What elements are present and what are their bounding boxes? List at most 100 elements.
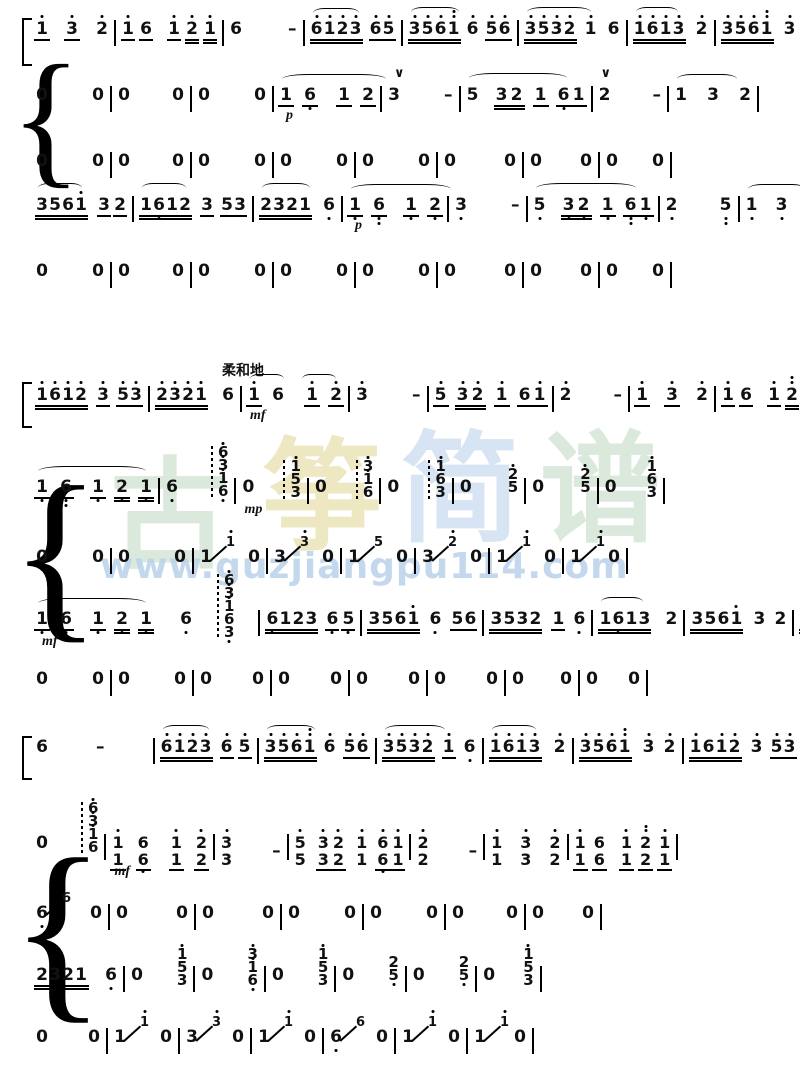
measure: 2 3 2 1 6: [156, 380, 234, 404]
note: 1: [490, 738, 502, 756]
slur: [351, 184, 451, 194]
measure: 5 3 2 1 6 1: [467, 80, 585, 104]
measure: 6 –: [230, 14, 297, 38]
note: 2: [116, 610, 128, 628]
note: 6: [464, 610, 476, 628]
note: 1: [443, 738, 455, 756]
chord-note: 5: [295, 851, 306, 868]
measure: 0 2 5: [460, 472, 518, 496]
arpeggio-line: [211, 446, 213, 498]
note: 3 3: [274, 548, 286, 566]
note: 1: [535, 86, 547, 104]
rest: 0: [504, 152, 516, 170]
note: 1: [640, 196, 652, 214]
glissando-target-note: 1: [284, 1014, 293, 1032]
staff-s3-voice2: 0 6 3 1 6 1 1: [0, 798, 800, 890]
rest: 0: [254, 152, 266, 170]
barline: [303, 20, 305, 46]
slur: [142, 183, 186, 193]
sustain-dash: –: [469, 834, 478, 860]
note: 2: [337, 20, 349, 38]
note: 2: [554, 738, 566, 756]
note: 3: [97, 386, 109, 404]
sheet-music-page: { 1 3 2 1 6 1 2 1: [0, 0, 800, 1066]
note: 1 5: [348, 548, 360, 566]
note: 6: [62, 196, 74, 214]
chord-note: 6: [247, 974, 257, 987]
note: 1: [36, 610, 48, 628]
measure: 3 –: [356, 380, 421, 404]
measure: 1 6 1 2 p: [349, 190, 441, 214]
arpeggio-line: [428, 460, 430, 499]
note: 6: [519, 386, 531, 404]
note: 2: [260, 196, 272, 214]
measure: 6 –: [36, 732, 105, 756]
chord-note: 1: [171, 851, 182, 868]
barline: [714, 20, 716, 46]
rest: 0: [370, 904, 382, 922]
chord-note: 2: [196, 851, 207, 868]
rest: 0: [344, 904, 356, 922]
chord: 3 1 6: [363, 460, 373, 499]
rest: 0: [242, 478, 254, 496]
double-stop: 1 1: [575, 834, 586, 868]
double-stop: 1 1: [392, 834, 403, 868]
note: 3: [457, 386, 469, 404]
note: 3: [49, 966, 61, 984]
double-stop: 1 1: [621, 834, 632, 868]
note: 1: [248, 386, 260, 404]
rest: 0: [200, 670, 212, 688]
note: 5: [503, 610, 515, 628]
rest: 0: [174, 670, 186, 688]
measure: 0 1 6 3: [387, 472, 445, 499]
rest: 0: [118, 670, 130, 688]
measure: 3 5 6 1 6 5 6: [265, 732, 369, 756]
note: 5: [422, 20, 434, 38]
note: 2: [186, 20, 198, 38]
rest: 0: [36, 152, 48, 170]
note: 2: [665, 610, 677, 628]
note: 1: [75, 196, 87, 214]
glissando-line: [123, 1025, 140, 1041]
sustain-dash: –: [288, 20, 297, 38]
measure: 2 3 2 1 6: [260, 190, 335, 214]
note: 1: [534, 386, 546, 404]
note: 3: [580, 738, 592, 756]
note: 6: [311, 20, 323, 38]
slur: [38, 466, 146, 476]
measure: 1 1 6 6 1 1 2 2: [575, 828, 671, 868]
note: 3: [707, 86, 719, 104]
chord-note: 6: [363, 486, 373, 499]
note: 3: [784, 738, 796, 756]
note: 2: [362, 86, 374, 104]
rest: 0: [356, 670, 368, 688]
measure: 1 1 0: [496, 542, 556, 566]
double-stop: 5 5: [295, 834, 306, 868]
glissando-target-note: 2: [448, 534, 457, 552]
measure: 0 3 1 6: [315, 472, 373, 499]
chord: 1 6 3: [647, 460, 657, 499]
measure: 1 6 1 2 3 5 3: [140, 190, 246, 214]
note: 6: [608, 20, 620, 38]
rest: 0: [506, 904, 518, 922]
double-stop: 3 3: [221, 834, 232, 868]
chord-note: 1: [171, 834, 182, 851]
measure: 1 6 1 2 p: [280, 80, 374, 104]
rest: 0: [272, 966, 284, 984]
note: 2: [187, 738, 199, 756]
note: 6: [49, 386, 61, 404]
rest: 0: [470, 548, 482, 566]
note: 1: [36, 20, 48, 38]
slur: [469, 73, 567, 83]
rest: 0: [92, 548, 104, 566]
chord-note: 6: [218, 485, 228, 498]
glissando-line: [45, 899, 62, 915]
note: 6: [140, 20, 152, 38]
rest: 0: [322, 548, 334, 566]
measure: 5 3 2 1 6 1: [435, 380, 546, 404]
measure: 3 –: [455, 190, 520, 214]
rest: 0: [418, 262, 430, 280]
sustain-dash: –: [653, 86, 662, 104]
measure: 3 5 3 2 1 6: [525, 14, 620, 38]
staff-s3-voice1: 6 – 6 1 2 3 6 5: [0, 720, 800, 798]
